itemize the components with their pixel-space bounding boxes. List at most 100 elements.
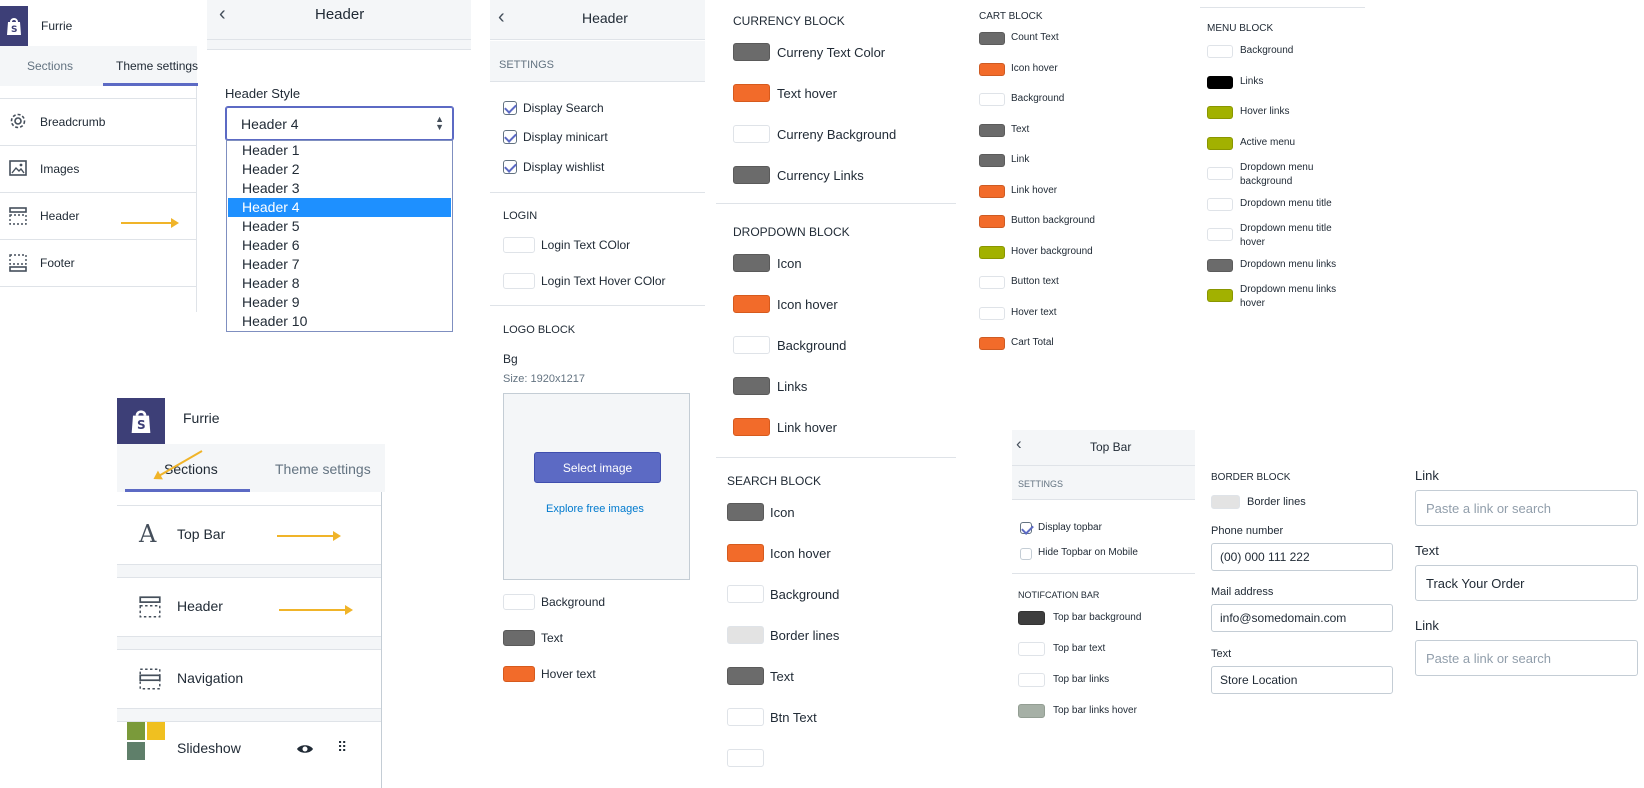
color-swatch[interactable] — [979, 306, 1005, 320]
option-header-7[interactable]: Header 7 — [228, 255, 451, 274]
back-chevron-icon[interactable]: ‹ — [1016, 434, 1022, 454]
contact-fields-panel: BORDER BLOCK Border lines Phone number (… — [1205, 460, 1395, 710]
color-swatch[interactable] — [1207, 228, 1233, 241]
swatch-label: Background — [541, 595, 606, 609]
checkbox-hide-topbar-mobile[interactable] — [1020, 548, 1032, 560]
color-swatch[interactable] — [979, 215, 1005, 228]
back-chevron-icon[interactable]: ‹ — [498, 6, 505, 29]
tab-theme-settings[interactable]: Theme settings — [275, 461, 371, 477]
option-header-10[interactable]: Header 10 — [228, 312, 451, 331]
select-arrows-icon: ▲ ▼ — [435, 114, 444, 132]
drag-handle-icon[interactable]: ⠿ — [337, 739, 347, 756]
swatch-search-icon-hover[interactable] — [727, 544, 764, 562]
color-swatch[interactable] — [979, 245, 1005, 259]
section-item-header[interactable]: Header — [117, 578, 381, 636]
swatch-logo-hover-text[interactable] — [503, 666, 535, 682]
color-swatch[interactable] — [1207, 167, 1233, 180]
select-image-button[interactable]: Select image — [534, 452, 661, 483]
color-swatch[interactable] — [979, 184, 1005, 198]
section-item-slideshow[interactable]: Slideshow ⠿ — [117, 722, 381, 782]
color-swatch[interactable] — [979, 93, 1005, 106]
color-swatch[interactable] — [979, 276, 1005, 289]
swatch-label: Icon — [777, 256, 802, 271]
color-swatch[interactable] — [1207, 106, 1233, 119]
swatch-top-bar-text[interactable] — [1018, 642, 1045, 656]
swatch-search-border-lines[interactable] — [727, 626, 764, 644]
checkbox-display-minicart[interactable] — [503, 130, 517, 144]
swatch-dropdown-background[interactable] — [733, 336, 770, 354]
swatch-search-text[interactable] — [727, 667, 764, 685]
option-header-2[interactable]: Header 2 — [228, 160, 451, 179]
swatch-login-text-hover[interactable] — [503, 273, 535, 289]
swatch-search-background[interactable] — [727, 585, 764, 603]
sidebar-item-header[interactable]: Header — [0, 193, 196, 239]
checkbox-display-wishlist[interactable] — [503, 160, 517, 174]
swatch-currency-text-hover[interactable] — [733, 84, 770, 102]
sidebar-item-images[interactable]: Images — [0, 146, 196, 192]
swatch-dropdown-links[interactable] — [733, 377, 770, 395]
sidebar-item-footer[interactable]: Footer — [0, 240, 196, 286]
swatch-dropdown-icon[interactable] — [733, 254, 770, 272]
track-order-text-input[interactable]: Track Your Order — [1415, 565, 1638, 601]
swatch-top-bar-links[interactable] — [1018, 673, 1045, 687]
eye-icon[interactable] — [296, 743, 314, 755]
header-style-select[interactable]: Header 4 ▲ ▼ — [225, 106, 454, 141]
swatch-currency-links[interactable] — [733, 166, 770, 184]
swatch-top-bar-background[interactable] — [1018, 611, 1045, 625]
link-input[interactable]: Paste a link or search — [1415, 640, 1638, 676]
swatch-currency-background[interactable] — [733, 125, 770, 143]
swatch-logo-text[interactable] — [503, 630, 535, 646]
option-header-1[interactable]: Header 1 — [228, 141, 451, 160]
swatch-search-btn-text[interactable] — [727, 708, 764, 726]
swatch-top-bar-links-hover[interactable] — [1018, 704, 1045, 718]
option-header-8[interactable]: Header 8 — [228, 274, 451, 293]
option-header-3[interactable]: Header 3 — [228, 179, 451, 198]
option-header-9[interactable]: Header 9 — [228, 293, 451, 312]
swatch-logo-background[interactable] — [503, 594, 535, 610]
option-header-5[interactable]: Header 5 — [228, 217, 451, 236]
sidebar-item-breadcrumb[interactable]: Breadcrumb — [0, 99, 196, 145]
section-item-top-bar[interactable]: A Top Bar — [117, 506, 381, 564]
color-swatch[interactable] — [979, 32, 1005, 45]
location-text-input[interactable]: Store Location — [1211, 666, 1393, 694]
tab-theme-settings[interactable]: Theme settings — [116, 59, 198, 73]
color-swatch[interactable] — [1207, 258, 1233, 272]
swatch-label: Text — [541, 631, 564, 645]
swatch-dropdown-icon-hover[interactable] — [733, 295, 770, 313]
section-item-navigation[interactable]: Navigation — [117, 650, 381, 708]
swatch-search-partial[interactable] — [727, 749, 764, 767]
mail-input[interactable]: info@somedomain.com — [1211, 604, 1393, 632]
color-swatch[interactable] — [979, 62, 1005, 76]
checkbox-display-topbar[interactable] — [1020, 522, 1032, 534]
back-chevron-icon[interactable]: ‹ — [219, 3, 226, 26]
swatch-currency-text[interactable] — [733, 43, 770, 61]
phone-input[interactable]: (00) 000 111 222 — [1211, 543, 1393, 571]
color-swatch[interactable] — [1207, 45, 1233, 58]
annotation-arrow — [121, 218, 179, 228]
color-swatch[interactable] — [979, 154, 1005, 167]
swatch-label: Hover links — [1240, 106, 1290, 117]
checkbox-label: Display wishlist — [523, 160, 605, 174]
section-caption-dropdown: DROPDOWN BLOCK — [733, 225, 850, 239]
swatch-label: Icon hover — [1011, 62, 1058, 74]
section-caption-login: LOGIN — [503, 210, 538, 222]
swatch-search-icon[interactable] — [727, 503, 764, 521]
option-header-4[interactable]: Header 4 — [228, 198, 451, 217]
color-swatch[interactable] — [1207, 289, 1233, 302]
color-swatch[interactable] — [1207, 75, 1233, 89]
color-swatch[interactable] — [1207, 197, 1233, 211]
tab-sections[interactable]: Sections — [27, 59, 73, 73]
color-swatch[interactable] — [979, 123, 1005, 137]
checkbox-display-search[interactable] — [503, 101, 517, 115]
swatch-login-text[interactable] — [503, 237, 535, 253]
link-input[interactable]: Paste a link or search — [1415, 490, 1638, 526]
color-swatch[interactable] — [979, 337, 1005, 350]
header-layout-icon — [139, 596, 161, 618]
color-swatch[interactable] — [1207, 136, 1233, 150]
swatch-border-lines[interactable] — [1211, 495, 1240, 509]
swatch-label: Button background — [1011, 215, 1095, 226]
explore-free-images-link[interactable]: Explore free images — [546, 503, 644, 515]
option-header-6[interactable]: Header 6 — [228, 236, 451, 255]
swatch-dropdown-link-hover[interactable] — [733, 418, 770, 436]
swatch-label: Border lines — [770, 628, 840, 643]
